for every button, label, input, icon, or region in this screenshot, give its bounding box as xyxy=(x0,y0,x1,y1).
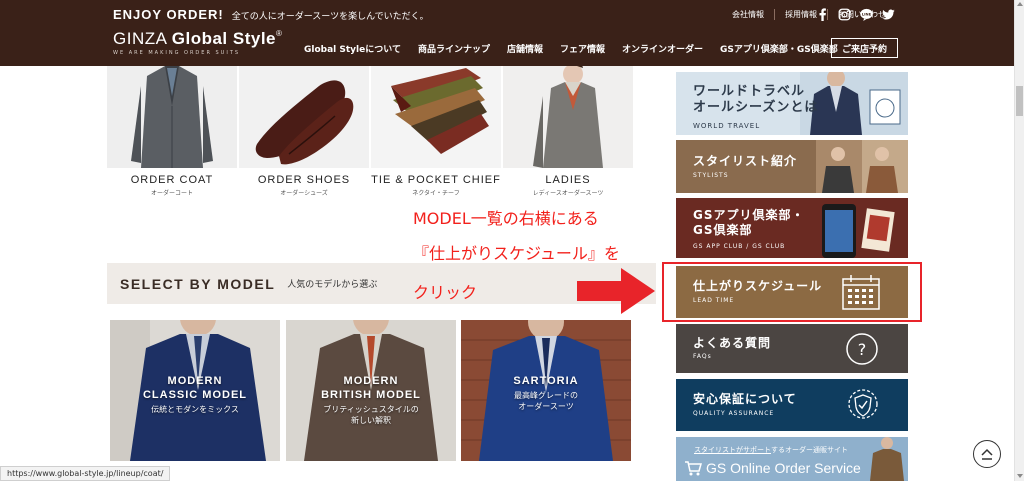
annotation-line-1: MODEL一覧の右横にある xyxy=(413,209,599,228)
facebook-icon[interactable] xyxy=(816,8,829,21)
model-title-2: BRITISH MODEL xyxy=(321,389,421,401)
scrollbar-thumb[interactable] xyxy=(1016,86,1023,116)
model-desc-1: 最高峰グレードの xyxy=(514,391,578,400)
banner-world-travel[interactable]: ワールドトラベル オールシーズンとは WORLD TRAVEL xyxy=(676,72,908,135)
product-title: TIE & POCKET CHIEF xyxy=(371,174,501,186)
product-jp: レディースオーダースーツ xyxy=(532,190,604,197)
model-card-sartoria[interactable]: SARTORIA 最高峰グレードの オーダースーツ xyxy=(461,320,631,461)
banner-faq[interactable]: よくある質問 FAQs ? xyxy=(676,324,908,373)
tagline-small: 全ての人にオーダースーツを楽しんでいただく。 xyxy=(231,12,429,22)
banner-world-sub: WORLD TRAVEL xyxy=(693,122,761,130)
banner-online-top-link: スタイリストがサポート xyxy=(694,446,771,454)
tagline-big: ENJOY ORDER! xyxy=(113,7,224,22)
stylists-photo xyxy=(816,140,908,193)
banner-qa-sub: QUALITY ASSURANCE xyxy=(693,410,775,417)
online-order-photo xyxy=(870,437,904,481)
annotation-line-2: 『仕上がりスケジュール』を xyxy=(413,244,620,263)
instagram-icon[interactable] xyxy=(838,8,851,21)
page-scrollbar[interactable] xyxy=(1014,0,1024,481)
cart-icon xyxy=(685,461,702,476)
coat-image xyxy=(107,66,237,168)
tagline: ENJOY ORDER! 全ての人にオーダースーツを楽しんでいただく。 xyxy=(113,7,429,22)
product-title: ORDER SHOES xyxy=(257,174,351,186)
product-tie-chief[interactable]: TIE & POCKET CHIEF ネクタイ・チーフ xyxy=(371,66,501,197)
banner-gs-line2: GS倶楽部 xyxy=(693,223,753,237)
banner-online-order[interactable]: スタイリストがサポートするオーダー通販サイト GS Online Order S… xyxy=(676,437,908,481)
banner-stylists-title: スタイリスト紹介 xyxy=(693,154,798,168)
banner-gs-sub: GS APP CLUB / GS CLUB xyxy=(693,243,786,250)
reserve-button[interactable]: ご来店予約 xyxy=(831,38,898,58)
nav-online-order[interactable]: オンラインオーダー xyxy=(622,42,703,55)
banner-qa-title: 安心保証について xyxy=(693,392,797,406)
scroll-down-icon[interactable] xyxy=(1017,474,1023,478)
select-by-model-title: SELECT BY MODEL xyxy=(120,275,276,292)
model-title-1: MODERN xyxy=(167,375,223,387)
banner-online-main: GS Online Order Service xyxy=(684,460,861,476)
select-by-model-subtitle: 人気のモデルから選ぶ xyxy=(287,280,378,290)
model-title-1: MODERN xyxy=(343,375,399,387)
site-logo[interactable]: GINZA Global Style® WE ARE MAKING ORDER … xyxy=(113,29,282,56)
ties-image xyxy=(371,66,501,168)
nav-stores[interactable]: 店舗情報 xyxy=(507,42,543,55)
logo-sub: WE ARE MAKING ORDER SUITS xyxy=(113,50,241,56)
annotation-line-3: クリック xyxy=(413,283,478,302)
product-jp: ネクタイ・チーフ xyxy=(412,190,460,197)
product-title: LADIES xyxy=(545,174,591,186)
banner-quality-assurance[interactable]: 安心保証について QUALITY ASSURANCE xyxy=(676,379,908,431)
model-title-2: CLASSIC MODEL xyxy=(142,389,248,401)
back-to-top-button[interactable] xyxy=(973,440,1001,468)
model-card-modern-british[interactable]: MODERN BRITISH MODEL ブリティッシュスタイルの 新しい解釈 xyxy=(286,320,456,461)
annotation-highlight-box xyxy=(662,262,922,322)
social-links: LINE xyxy=(816,8,895,21)
product-jp: オーダーシューズ xyxy=(280,190,328,197)
banner-stylists[interactable]: スタイリスト紹介 STYLISTS xyxy=(676,140,908,193)
twitter-icon[interactable] xyxy=(882,8,895,21)
banner-online-top-rest: するオーダー通販サイト xyxy=(771,446,848,454)
banner-faq-title: よくある質問 xyxy=(693,336,772,350)
banner-online-top: スタイリストがサポートするオーダー通販サイト xyxy=(694,445,848,455)
ladies-image xyxy=(503,66,633,168)
model-desc-2: オーダースーツ xyxy=(518,402,574,411)
model-desc-1: 伝統とモダンをミックス xyxy=(151,405,239,414)
shoes-image xyxy=(239,66,369,168)
nav-about[interactable]: Global Styleについて xyxy=(304,42,401,55)
select-by-model-heading: SELECT BY MODEL 人気のモデルから選ぶ xyxy=(107,263,656,304)
nav-fair[interactable]: フェア情報 xyxy=(560,42,605,55)
link-company[interactable]: 会社情報 xyxy=(722,9,775,20)
browser-status-url: https://www.global-style.jp/lineup/coat/ xyxy=(0,466,171,481)
scroll-up-icon[interactable] xyxy=(1017,2,1023,6)
site-header: ENJOY ORDER! 全ての人にオーダースーツを楽しんでいただく。 GINZ… xyxy=(0,0,1014,66)
main-nav: Global Styleについて 商品ラインナップ 店舗情報 フェア情報 オンラ… xyxy=(304,42,838,55)
product-ladies[interactable]: LADIES レディースオーダースーツ xyxy=(503,66,633,197)
page: ENJOY ORDER! 全ての人にオーダースーツを楽しんでいただく。 GINZ… xyxy=(0,0,1024,481)
logo-pre: GINZA xyxy=(113,29,167,48)
annotation-arrow-icon xyxy=(577,268,655,314)
banner-faq-sub: FAQs xyxy=(693,353,712,360)
product-jp: オーダーコート xyxy=(150,190,193,197)
product-order-coat[interactable]: ORDER COAT オーダーコート xyxy=(107,66,237,197)
model-title-1: SARTORIA xyxy=(513,375,579,387)
model-card-modern-classic[interactable]: MODERN CLASSIC MODEL 伝統とモダンをミックス xyxy=(110,320,280,461)
banner-gs-club[interactable]: GSアプリ倶楽部・ GS倶楽部 GS APP CLUB / GS CLUB xyxy=(676,198,908,258)
model-desc-2: 新しい解釈 xyxy=(351,416,391,425)
banner-world-line1: ワールドトラベル xyxy=(693,84,806,99)
nav-lineup[interactable]: 商品ラインナップ xyxy=(418,42,490,55)
banner-online-title: GS Online Order Service xyxy=(706,460,861,476)
question-icon: ? xyxy=(846,333,878,365)
banner-world-line2: オールシーズンとは xyxy=(693,100,819,115)
model-desc-1: ブリティッシュスタイルの xyxy=(323,405,419,414)
banner-stylists-sub: STYLISTS xyxy=(693,172,729,179)
banner-gs-line1: GSアプリ倶楽部・ xyxy=(693,208,805,222)
chevron-up-icon xyxy=(981,448,993,460)
shield-icon xyxy=(848,389,878,419)
line-icon[interactable]: LINE xyxy=(860,8,873,21)
product-order-shoes[interactable]: ORDER SHOES オーダーシューズ xyxy=(239,66,369,197)
product-title: ORDER COAT xyxy=(130,174,214,186)
nav-gs-club[interactable]: GSアプリ倶楽部・GS倶楽部 xyxy=(720,42,838,55)
logo-mark: ® xyxy=(276,29,283,38)
gs-app-phone-icon xyxy=(822,204,895,258)
svg-text:LINE: LINE xyxy=(862,13,872,17)
svg-text:?: ? xyxy=(858,340,867,359)
logo-main: Global Style xyxy=(171,29,276,48)
